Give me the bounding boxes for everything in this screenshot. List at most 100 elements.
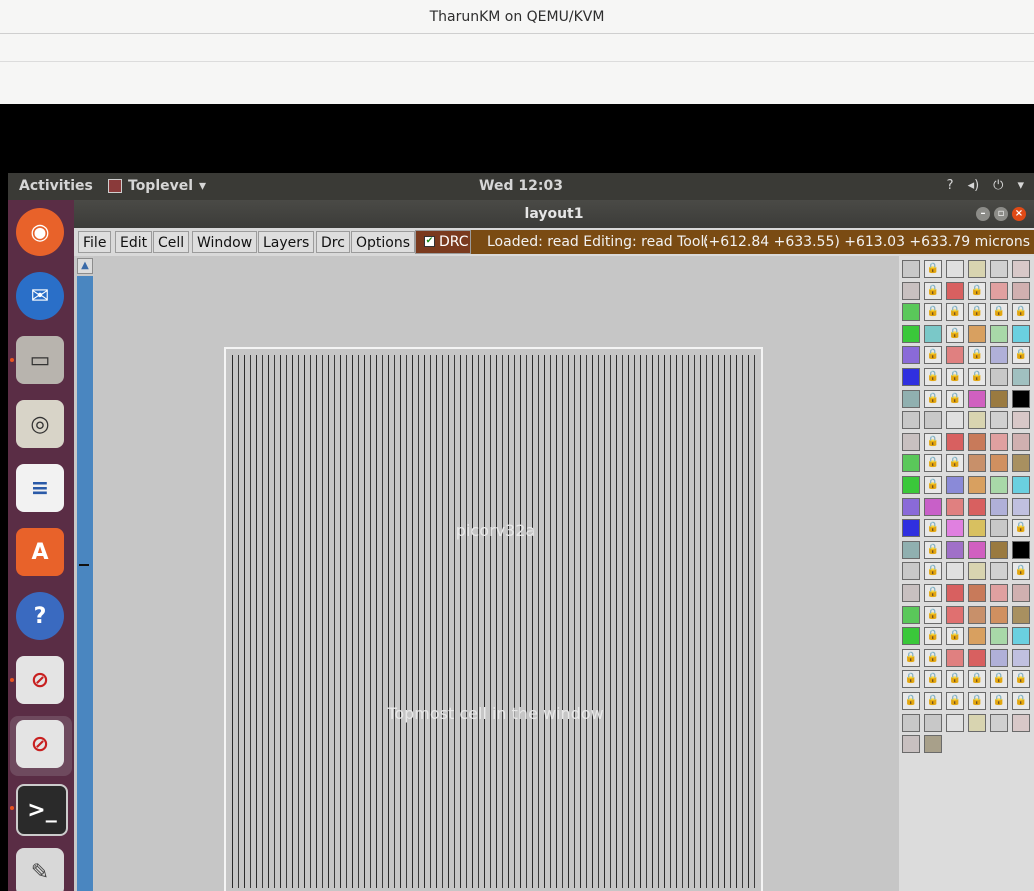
lock-icon[interactable]: 🔒 xyxy=(946,368,964,386)
layer-swatch[interactable] xyxy=(902,476,920,494)
layer-swatch[interactable] xyxy=(902,454,920,473)
firefox-icon[interactable]: ◉ xyxy=(16,208,64,256)
lock-icon[interactable]: 🔒 xyxy=(924,454,942,473)
layer-swatch[interactable] xyxy=(968,605,986,624)
menu-drc[interactable]: Drc xyxy=(316,231,350,253)
layer-swatch[interactable] xyxy=(968,519,986,538)
thunderbird-icon[interactable]: ✉ xyxy=(16,272,64,320)
layer-swatch[interactable] xyxy=(924,324,942,343)
minimize-button[interactable]: – xyxy=(976,207,990,221)
layer-swatch[interactable] xyxy=(902,605,920,624)
scroll-up-icon[interactable]: ▲ xyxy=(77,258,93,274)
writer-icon[interactable]: ≡ xyxy=(16,464,64,512)
layer-swatch[interactable] xyxy=(902,303,920,322)
lock-icon[interactable]: 🔒 xyxy=(924,432,942,451)
layer-swatch[interactable] xyxy=(924,411,942,430)
lock-icon[interactable]: 🔒 xyxy=(924,627,942,646)
lock-icon[interactable]: 🔒 xyxy=(1012,346,1030,365)
layer-swatch[interactable] xyxy=(990,368,1008,386)
layer-swatch[interactable] xyxy=(1012,368,1030,386)
layer-swatch[interactable] xyxy=(902,497,920,516)
lock-icon[interactable]: 🔒 xyxy=(924,692,942,710)
layer-swatch[interactable] xyxy=(902,627,920,646)
layer-swatch[interactable] xyxy=(990,584,1008,602)
lock-icon[interactable]: 🔒 xyxy=(924,540,942,559)
lock-icon[interactable]: 🔒 xyxy=(902,648,920,667)
layer-swatch[interactable] xyxy=(1012,713,1030,732)
lock-icon[interactable]: 🔒 xyxy=(946,454,964,473)
layer-swatch[interactable] xyxy=(968,648,986,667)
activities-button[interactable]: Activities xyxy=(19,178,93,194)
lock-icon[interactable]: 🔒 xyxy=(968,303,986,322)
layer-swatch[interactable] xyxy=(968,432,986,451)
layer-swatch[interactable] xyxy=(946,562,964,581)
layer-swatch[interactable] xyxy=(1012,454,1030,473)
layer-swatch[interactable] xyxy=(990,260,1008,278)
layer-swatch[interactable] xyxy=(990,389,1008,408)
lock-icon[interactable]: 🔒 xyxy=(946,670,964,689)
layer-swatch[interactable] xyxy=(946,584,964,602)
layer-swatch[interactable] xyxy=(946,497,964,516)
lock-icon[interactable]: 🔒 xyxy=(924,519,942,538)
layer-swatch[interactable] xyxy=(990,411,1008,430)
lock-icon[interactable]: 🔒 xyxy=(1012,670,1030,689)
layer-swatch[interactable] xyxy=(968,411,986,430)
lock-icon[interactable]: 🔒 xyxy=(1012,562,1030,581)
lock-icon[interactable]: 🔒 xyxy=(924,389,942,408)
close-button[interactable]: × xyxy=(1012,207,1026,221)
lock-icon[interactable]: 🔒 xyxy=(1012,303,1030,322)
layer-swatch[interactable] xyxy=(1012,627,1030,646)
layer-swatch[interactable] xyxy=(902,432,920,451)
layer-swatch[interactable] xyxy=(1012,389,1030,408)
layer-swatch[interactable] xyxy=(902,562,920,581)
lock-icon[interactable]: 🔒 xyxy=(902,692,920,710)
lock-icon[interactable]: 🔒 xyxy=(924,346,942,365)
layer-swatch[interactable] xyxy=(902,346,920,365)
layer-swatch[interactable] xyxy=(990,324,1008,343)
layer-swatch[interactable] xyxy=(1012,648,1030,667)
layer-swatch[interactable] xyxy=(946,713,964,732)
layer-swatch[interactable] xyxy=(902,324,920,343)
lock-icon[interactable]: 🔒 xyxy=(1012,692,1030,710)
lock-icon[interactable]: 🔒 xyxy=(968,281,986,300)
layer-swatch[interactable] xyxy=(1012,476,1030,494)
layer-swatch[interactable] xyxy=(1012,411,1030,430)
help-icon[interactable]: ? xyxy=(16,592,64,640)
terminal-icon[interactable]: >_ xyxy=(16,784,68,836)
layer-swatch[interactable] xyxy=(990,605,1008,624)
menu-layers[interactable]: Layers xyxy=(258,231,315,253)
accessibility-icon[interactable]: ? xyxy=(947,178,954,193)
layer-swatch[interactable] xyxy=(902,540,920,559)
layer-swatch[interactable] xyxy=(990,519,1008,538)
layer-swatch[interactable] xyxy=(924,735,942,754)
layer-swatch[interactable] xyxy=(1012,260,1030,278)
layer-swatch[interactable] xyxy=(968,497,986,516)
menu-window[interactable]: Window xyxy=(192,231,258,253)
vertical-scrollbar[interactable]: ▲ xyxy=(77,256,93,891)
layer-swatch[interactable] xyxy=(946,540,964,559)
layer-swatch[interactable] xyxy=(902,584,920,602)
lock-icon[interactable]: 🔒 xyxy=(924,670,942,689)
layer-swatch[interactable] xyxy=(968,324,986,343)
window-titlebar[interactable]: layout1 – ▫ × xyxy=(74,200,1034,228)
lock-icon[interactable]: 🔒 xyxy=(924,476,942,494)
layer-swatch[interactable] xyxy=(968,627,986,646)
cell-boundary[interactable]: picorv32a Topmost cell in the window xyxy=(224,347,763,891)
lock-icon[interactable]: 🔒 xyxy=(924,605,942,624)
lock-icon[interactable]: 🔒 xyxy=(946,692,964,710)
layer-swatch[interactable] xyxy=(1012,324,1030,343)
menu-options[interactable]: Options xyxy=(351,231,416,253)
layout-canvas[interactable]: picorv32a Topmost cell in the window xyxy=(94,256,899,891)
magic-icon[interactable]: ⊘ xyxy=(16,656,64,704)
layer-swatch[interactable] xyxy=(902,411,920,430)
layer-swatch[interactable] xyxy=(1012,584,1030,602)
layer-swatch[interactable] xyxy=(902,368,920,386)
drc-toggle[interactable]: ✔ DRC xyxy=(415,230,471,254)
lock-icon[interactable]: 🔒 xyxy=(946,303,964,322)
lock-icon[interactable]: 🔒 xyxy=(924,562,942,581)
lock-icon[interactable]: 🔒 xyxy=(924,281,942,300)
layer-swatch[interactable] xyxy=(990,497,1008,516)
system-tray[interactable]: ? ◂) ⏻ ▾ xyxy=(947,178,1024,193)
volume-icon[interactable]: ◂) xyxy=(968,178,980,193)
layer-swatch[interactable] xyxy=(968,713,986,732)
